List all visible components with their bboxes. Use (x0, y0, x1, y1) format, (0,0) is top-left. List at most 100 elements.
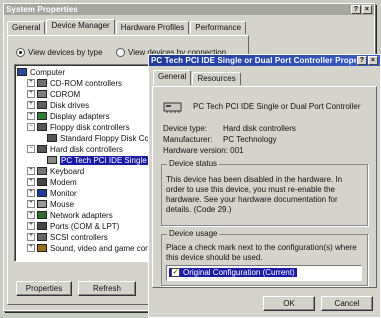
disabled-controller-icon (163, 102, 182, 113)
help-button[interactable]: ? (351, 5, 361, 14)
manufacturer-label: Manufacturer: (163, 135, 213, 144)
system-properties-titlebar[interactable]: System Properties ? × (4, 4, 374, 15)
collapse-icon[interactable]: − (27, 123, 35, 131)
tree-item-label: Keyboard (50, 166, 85, 176)
modem-icon (37, 178, 47, 186)
tree-item-label: Mouse (50, 199, 75, 209)
tree-item[interactable]: + CD-ROM controllers (27, 78, 122, 88)
tab-general[interactable]: General (153, 70, 192, 85)
tree-item-label: SCSI controllers (50, 232, 108, 242)
expand-icon[interactable]: + (27, 244, 35, 252)
manufacturer-value: PC Technology (223, 135, 277, 144)
close-button[interactable]: × (362, 5, 372, 14)
hard-disk-controller-icon (37, 145, 47, 153)
tab-performance[interactable]: Performance (190, 21, 247, 34)
tree-item[interactable]: + Disk drives (27, 100, 89, 110)
floppy-controller-icon (37, 123, 47, 131)
dialog-close-button[interactable]: × (368, 56, 378, 65)
general-panel: PC Tech PCI IDE Single or Dual Port Cont… (152, 86, 377, 288)
floppy-controller-icon (47, 134, 57, 142)
tree-item-label: Floppy disk controllers (50, 122, 130, 132)
computer-icon (17, 68, 27, 76)
cdrom-icon (37, 90, 47, 98)
expand-icon[interactable]: + (27, 101, 35, 109)
expand-icon[interactable]: + (27, 211, 35, 219)
device-status-group: Device status This device has been disab… (161, 159, 368, 226)
cancel-button-label: Cancel (334, 299, 360, 308)
tree-item[interactable]: + Display adapters (27, 111, 110, 121)
dialog-title: PC Tech PCI IDE Single or Dual Port Cont… (151, 56, 356, 65)
expand-icon[interactable]: + (27, 178, 35, 186)
mouse-icon (37, 200, 47, 208)
disk-drive-icon (37, 101, 47, 109)
expand-icon[interactable]: + (27, 200, 35, 208)
hardware-version: Hardware version: 001 (163, 146, 244, 155)
tree-item[interactable]: + Modem (27, 177, 77, 187)
port-icon (37, 222, 47, 230)
configuration-item[interactable]: ✓ Original Configuration (Current) (169, 268, 297, 277)
configuration-checkbox[interactable]: ✓ (171, 268, 180, 277)
device-type-value: Hard disk controllers (223, 124, 296, 133)
radio-dot (116, 48, 125, 58)
tree-item[interactable]: + SCSI controllers (27, 232, 108, 242)
configuration-label: Original Configuration (Current) (183, 268, 295, 277)
controller-properties-titlebar[interactable]: PC Tech PCI IDE Single or Dual Port Cont… (149, 55, 380, 66)
refresh-button[interactable]: Refresh (78, 281, 136, 296)
expand-icon[interactable]: + (27, 189, 35, 197)
tree-item-label: CD-ROM controllers (50, 78, 123, 88)
expand-icon[interactable]: + (27, 112, 35, 120)
cancel-button[interactable]: Cancel (321, 296, 373, 311)
tree-item-label: Monitor (50, 188, 77, 198)
tree-item-label: Ports (COM & LPT) (50, 221, 120, 231)
tab-hardware-profiles[interactable]: Hardware Profiles (115, 21, 190, 34)
tree-item[interactable]: − Floppy disk controllers (27, 122, 130, 132)
tree-item-label: Network adapters (50, 210, 113, 220)
window-title: System Properties (6, 5, 78, 14)
expand-icon[interactable]: + (27, 222, 35, 230)
device-status-text: This device has been disabled in the har… (166, 175, 361, 215)
device-usage-text: Place a check mark next to the configura… (166, 243, 357, 262)
keyboard-icon (37, 167, 47, 175)
system-properties-tabs: General Device Manager Hardware Profiles… (7, 19, 247, 34)
tree-item[interactable]: + Monitor (27, 188, 77, 198)
tree-item[interactable]: − Hard disk controllers (27, 144, 123, 154)
tree-item-label: CDROM (50, 89, 81, 99)
tree-item[interactable]: + Ports (COM & LPT) (27, 221, 119, 231)
device-name: PC Tech PCI IDE Single or Dual Port Cont… (193, 102, 361, 111)
ok-button[interactable]: OK (263, 296, 315, 311)
expand-icon[interactable]: + (27, 90, 35, 98)
refresh-button-label: Refresh (92, 284, 121, 293)
sound-icon (37, 244, 47, 252)
dialog-tabs: General Resources (153, 70, 242, 85)
view-by-type-label: View devices by type (28, 48, 103, 57)
device-usage-group: Device usage Place a check mark next to … (161, 229, 368, 286)
disabled-controller-icon (47, 156, 57, 164)
properties-button-label: Properties (25, 284, 63, 293)
scsi-icon (37, 233, 47, 241)
collapse-icon[interactable]: − (27, 145, 35, 153)
tab-general[interactable]: General (7, 21, 46, 34)
configuration-list[interactable]: ✓ Original Configuration (Current) (166, 265, 362, 281)
device-status-title: Device status (167, 159, 220, 168)
tree-item[interactable]: + Network adapters (27, 210, 113, 220)
tree-item-label: Computer (30, 67, 66, 77)
expand-icon[interactable]: + (27, 233, 35, 241)
tree-item-label: Disk drives (50, 100, 90, 110)
expand-icon[interactable]: + (27, 167, 35, 175)
tree-item[interactable]: + CDROM (27, 89, 80, 99)
tree-item[interactable]: + Mouse (27, 199, 74, 209)
view-by-type-radio[interactable]: View devices by type (16, 48, 103, 58)
ok-button-label: OK (283, 299, 295, 308)
radio-dot-selected (16, 48, 25, 58)
tab-resources[interactable]: Resources (192, 72, 241, 85)
cdrom-controller-icon (37, 79, 47, 87)
monitor-icon (37, 189, 47, 197)
tree-item[interactable]: Computer (17, 67, 65, 77)
dialog-help-button[interactable]: ? (357, 56, 367, 65)
controller-properties-window: PC Tech PCI IDE Single or Dual Port Cont… (148, 54, 381, 318)
display-adapter-icon (37, 112, 47, 120)
properties-button[interactable]: Properties (16, 281, 72, 296)
tree-item[interactable]: + Keyboard (27, 166, 84, 176)
expand-icon[interactable]: + (27, 79, 35, 87)
tab-device-manager[interactable]: Device Manager (46, 19, 115, 34)
